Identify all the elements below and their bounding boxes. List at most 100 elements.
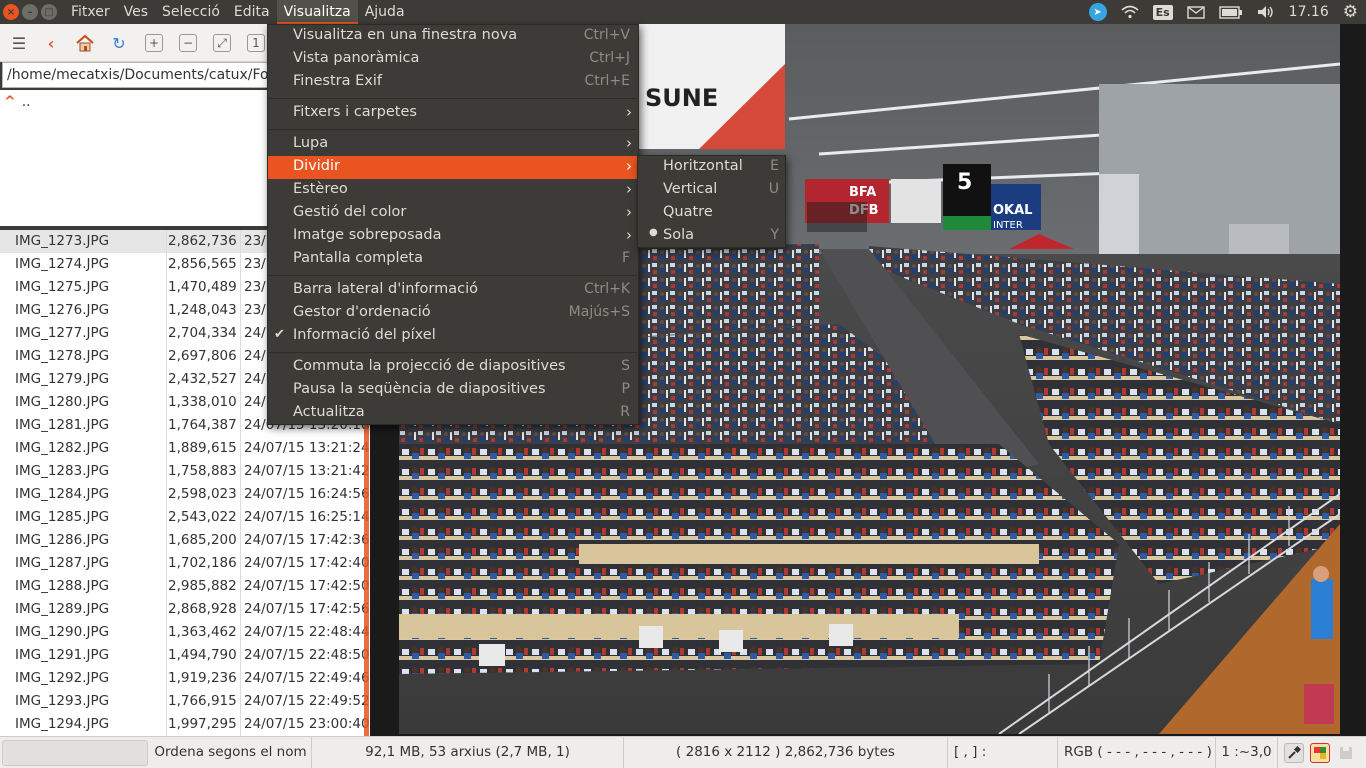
maximize-window-button[interactable]: □	[41, 4, 57, 20]
menu-ves[interactable]: Ves	[117, 0, 155, 24]
file-row[interactable]: IMG_1290.JPG 1,363,462 24/07/15 22:48:44	[0, 621, 370, 644]
collection-summary: 92,1 MB, 53 arxius (2,7 MB, 1)	[312, 737, 624, 768]
file-row[interactable]: IMG_1288.JPG 2,985,882 24/07/15 17:42:50	[0, 575, 370, 598]
file-row[interactable]: IMG_1291.JPG 1,494,790 24/07/15 22:48:50	[0, 644, 370, 667]
svg-text:5: 5	[957, 170, 972, 195]
zoom-out-icon[interactable]: −	[179, 34, 197, 52]
save-icon[interactable]	[1336, 743, 1356, 763]
menu-item-panoramic-view[interactable]: Vista panoràmica Ctrl+J	[268, 48, 638, 71]
file-date: 24/07/15 17:42:36	[244, 532, 370, 548]
file-date: 24/07/15 17:42:56	[244, 601, 370, 617]
menu-item-pixel-info[interactable]: ✔ Informació del píxel	[268, 325, 638, 348]
close-window-button[interactable]: ×	[3, 4, 19, 20]
file-name: IMG_1276.JPG	[15, 302, 110, 318]
file-size: 1,702,186	[168, 555, 237, 571]
file-date: 23/	[244, 302, 266, 318]
column-divider	[166, 230, 167, 736]
menu-item-open-new-window[interactable]: Visualitza en una finestra nova Ctrl+V	[268, 25, 638, 48]
file-name: IMG_1288.JPG	[15, 578, 110, 594]
file-name: IMG_1274.JPG	[15, 256, 110, 272]
radio-selected-icon: ●	[649, 227, 658, 238]
submenu-item-single[interactable]: ● Sola Y	[638, 225, 785, 248]
svg-text:OKAL: OKAL	[993, 203, 1032, 218]
menu-item-info-sidebar[interactable]: Barra lateral d'informació Ctrl+K	[268, 279, 638, 302]
volume-icon[interactable]	[1257, 5, 1275, 19]
file-date: 23/	[244, 256, 266, 272]
sort-button[interactable]: Ordena segons el nom	[150, 737, 312, 768]
file-name: IMG_1292.JPG	[15, 670, 110, 686]
list-view-icon[interactable]: ☰	[8, 32, 30, 54]
submenu-item-horizontal[interactable]: Horitzontal E	[638, 156, 785, 179]
menu-item-split[interactable]: Dividir ›	[268, 156, 638, 179]
zoom-fit-icon[interactable]: ⤢	[213, 34, 231, 52]
menu-item-pause-slideshow[interactable]: Pausa la seqüència de diapositives P	[268, 379, 638, 402]
file-row[interactable]: IMG_1283.JPG 1,758,883 24/07/15 13:21:42	[0, 460, 370, 483]
wifi-icon[interactable]	[1121, 5, 1139, 19]
gear-icon[interactable]: ⚙	[1343, 2, 1358, 22]
menu-item-exif-window[interactable]: Finestra Exif Ctrl+E	[268, 71, 638, 94]
file-name: IMG_1293.JPG	[15, 693, 110, 709]
file-row[interactable]: IMG_1285.JPG 2,543,022 24/07/15 16:25:14	[0, 506, 370, 529]
home-icon[interactable]	[74, 32, 96, 54]
file-row[interactable]: IMG_1284.JPG 2,598,023 24/07/15 16:24:56	[0, 483, 370, 506]
menu-item-refresh[interactable]: Actualitza R	[268, 402, 638, 425]
menu-item-files-folders[interactable]: Fitxers i carpetes ›	[268, 102, 638, 125]
file-name: IMG_1286.JPG	[15, 532, 110, 548]
battery-icon[interactable]	[1218, 5, 1243, 19]
mail-icon[interactable]	[1186, 5, 1205, 19]
keyboard-layout-indicator[interactable]: Es	[1152, 4, 1173, 20]
file-date: 24/	[244, 348, 266, 364]
file-name: IMG_1290.JPG	[15, 624, 110, 640]
file-date: 24/	[244, 325, 266, 341]
file-row[interactable]: IMG_1294.JPG 1,997,295 24/07/15 23:00:40	[0, 713, 370, 736]
menu-seleccio[interactable]: Selecció	[155, 0, 227, 24]
menu-item-fullscreen[interactable]: Pantalla completa F	[268, 248, 638, 271]
file-date: 24/	[244, 394, 266, 410]
file-date: 24/07/15 22:49:46	[244, 670, 370, 686]
file-size: 2,704,334	[168, 325, 237, 341]
file-row[interactable]: IMG_1292.JPG 1,919,236 24/07/15 22:49:46	[0, 667, 370, 690]
menu-item-stereo[interactable]: Estèreo ›	[268, 179, 638, 202]
top-panel: × – □ Fitxer Ves Selecció Edita Visualit…	[0, 0, 1366, 24]
submenu-item-quad[interactable]: Quatre	[638, 202, 785, 225]
zoom-original-icon[interactable]: 1	[247, 34, 265, 52]
refresh-icon[interactable]: ↻	[108, 32, 130, 54]
window-controls: × – □	[3, 4, 57, 20]
menu-item-toggle-slideshow[interactable]: Commuta la projecció de diapositives S	[268, 356, 638, 379]
minimize-window-button[interactable]: –	[22, 4, 38, 20]
menu-ajuda[interactable]: Ajuda	[358, 0, 412, 24]
file-size: 1,338,010	[168, 394, 237, 410]
color-management-icon[interactable]	[1310, 743, 1330, 763]
file-size: 1,997,295	[168, 716, 237, 732]
file-row[interactable]: IMG_1286.JPG 1,685,200 24/07/15 17:42:36	[0, 529, 370, 552]
menu-fitxer[interactable]: Fitxer	[64, 0, 117, 24]
menu-edita[interactable]: Edita	[227, 0, 277, 24]
menu-item-color-management[interactable]: Gestió del color ›	[268, 202, 638, 225]
file-row[interactable]: IMG_1289.JPG 2,868,928 24/07/15 17:42:56	[0, 598, 370, 621]
menu-item-sort-manager[interactable]: Gestor d'ordenació Majús+S	[268, 302, 638, 325]
file-row[interactable]: IMG_1293.JPG 1,766,915 24/07/15 22:49:52	[0, 690, 370, 713]
checkmark-icon: ✔	[274, 327, 285, 342]
file-date: 24/07/15 23:00:40	[244, 716, 370, 732]
view-menu: Visualitza en una finestra nova Ctrl+V Vi…	[267, 24, 639, 425]
telegram-icon[interactable]: ➤	[1088, 3, 1107, 21]
file-size: 2,543,022	[168, 509, 237, 525]
menu-separator	[269, 352, 637, 353]
up-arrow-icon: ^	[4, 94, 16, 110]
zoom-in-icon[interactable]: +	[145, 34, 163, 52]
path-input[interactable]: /home/mecatxis/Documents/catux/Fot	[2, 62, 270, 88]
menu-item-loupe[interactable]: Lupa ›	[268, 133, 638, 156]
clock[interactable]: 17.16	[1289, 4, 1329, 20]
menu-separator	[269, 98, 637, 99]
menu-visualitza[interactable]: Visualitza	[276, 0, 358, 24]
file-date: 24/07/15 22:48:44	[244, 624, 370, 640]
file-date: 24/07/15 13:21:24	[244, 440, 370, 456]
color-picker-icon[interactable]	[1284, 743, 1304, 763]
back-icon[interactable]: ‹	[40, 32, 62, 54]
file-row[interactable]: IMG_1287.JPG 1,702,186 24/07/15 17:42:40	[0, 552, 370, 575]
submenu-item-vertical[interactable]: Vertical U	[638, 179, 785, 202]
menu-item-overlay-image[interactable]: Imatge sobreposada ›	[268, 225, 638, 248]
parent-directory-item[interactable]: ^ ..	[4, 94, 31, 110]
file-row[interactable]: IMG_1282.JPG 1,889,615 24/07/15 13:21:24	[0, 437, 370, 460]
file-name: IMG_1283.JPG	[15, 463, 110, 479]
